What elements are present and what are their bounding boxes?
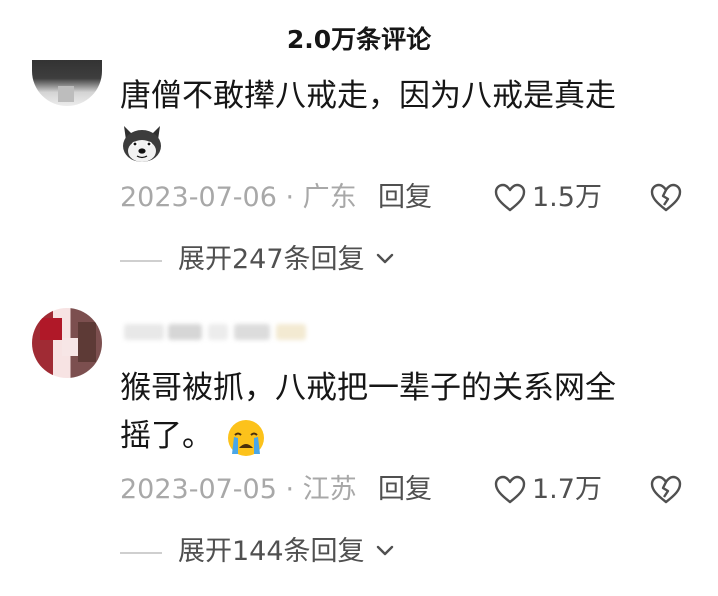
- expand-replies-label: 展开247条回复: [178, 244, 365, 275]
- comment-text-continued: 摇了。: [120, 418, 213, 454]
- username-blurred[interactable]: [124, 320, 314, 350]
- expand-replies-label: 展开144条回复: [178, 536, 365, 567]
- crying-face-icon: [228, 420, 264, 456]
- comments-count-title: 2.0万条评论: [286, 25, 432, 54]
- avatar-pixel: [58, 86, 74, 102]
- blur-chunk: [124, 324, 164, 340]
- expand-divider: [120, 260, 162, 262]
- comment-meta: 2023-07-05 · 江苏: [120, 474, 357, 505]
- like-count: 1.7万: [532, 474, 602, 505]
- heart-icon[interactable]: [494, 475, 526, 505]
- expand-divider: [120, 552, 162, 554]
- chevron-down-icon: [376, 545, 394, 556]
- broken-heart-icon[interactable]: [650, 475, 682, 505]
- avatar-pixel: [40, 318, 62, 340]
- chevron-down-icon: [376, 253, 394, 264]
- avatar[interactable]: [32, 308, 102, 378]
- avatar[interactable]: [32, 60, 102, 106]
- like-count: 1.5万: [532, 182, 602, 213]
- comment-text: 唐僧不敢撵八戒走，因为八戒是真走: [120, 78, 616, 114]
- broken-heart-icon[interactable]: [650, 183, 682, 213]
- blur-chunk: [168, 324, 202, 340]
- blur-chunk: [208, 324, 228, 340]
- reply-button[interactable]: 回复: [378, 180, 432, 216]
- expand-replies-button[interactable]: 展开144条回复: [120, 534, 420, 570]
- avatar-pixel: [78, 322, 96, 362]
- reply-button[interactable]: 回复: [378, 472, 432, 508]
- blur-chunk: [234, 324, 270, 340]
- husky-emoji-icon: [123, 126, 161, 162]
- comment-text: 猴哥被抓，八戒把一辈子的关系网全: [120, 370, 616, 406]
- expand-replies-button[interactable]: 展开247条回复: [120, 242, 420, 278]
- blur-chunk: [276, 324, 306, 340]
- heart-icon[interactable]: [494, 183, 526, 213]
- comment-meta: 2023-07-06 · 广东: [120, 182, 357, 213]
